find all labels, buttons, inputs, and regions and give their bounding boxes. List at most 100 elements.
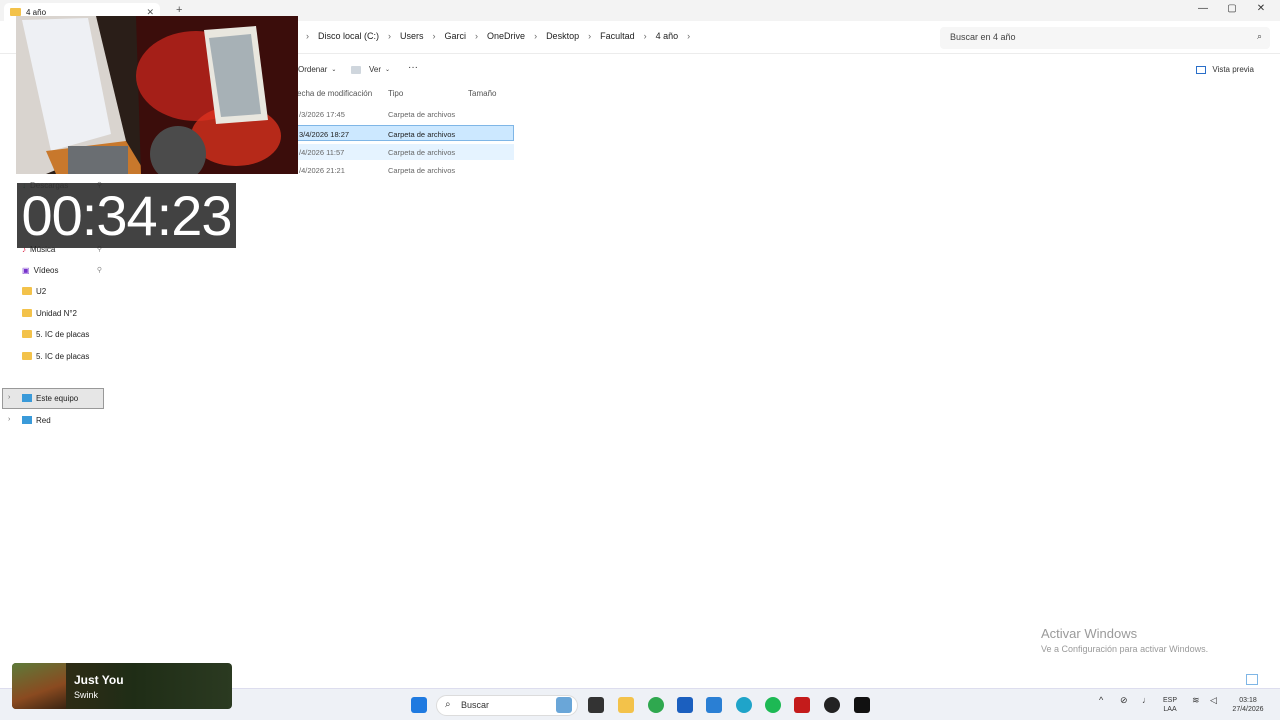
expand-chevron-icon[interactable]: › bbox=[8, 394, 10, 401]
pin-icon: ⚲ bbox=[96, 267, 102, 274]
column-size[interactable]: Tamaño bbox=[468, 89, 496, 98]
chevron-right-icon[interactable]: › bbox=[433, 31, 436, 41]
computer-icon bbox=[22, 394, 32, 402]
row-type: Carpeta de archivos bbox=[388, 166, 456, 175]
spotify-icon[interactable] bbox=[765, 697, 781, 713]
stopwatch-overlay: 00:34:23 bbox=[17, 183, 236, 248]
breadcrumb-disk[interactable]: Disco local (C:) bbox=[318, 31, 379, 41]
expand-chevron-icon[interactable]: › bbox=[8, 416, 10, 423]
search-icon: ⌕ bbox=[445, 699, 451, 710]
tray-overflow-icon[interactable]: ^ bbox=[1099, 696, 1103, 705]
row-date: /3/2026 17:45 bbox=[299, 110, 345, 119]
folder-icon bbox=[22, 352, 32, 360]
store-icon[interactable] bbox=[677, 697, 693, 713]
view-button[interactable]: Ver ⌄ bbox=[351, 65, 390, 74]
search-placeholder: Buscar en 4 año bbox=[950, 32, 1016, 42]
file-explorer-icon[interactable] bbox=[618, 697, 634, 713]
chevron-right-icon[interactable]: › bbox=[644, 31, 647, 41]
track-title: Just You bbox=[74, 673, 124, 687]
chevron-right-icon[interactable]: › bbox=[475, 31, 478, 41]
volume-icon[interactable]: ◁ bbox=[1210, 696, 1217, 705]
chevron-down-icon: ⌄ bbox=[385, 67, 391, 73]
nav-item-videos[interactable]: ▣ Vídeos ⚲ bbox=[22, 261, 102, 279]
language-indicator[interactable]: ESP LAA bbox=[1163, 696, 1177, 714]
row-date: /4/2026 21:21 bbox=[299, 166, 345, 175]
activation-title: Activar Windows bbox=[1041, 626, 1138, 641]
outlook-icon[interactable] bbox=[706, 697, 722, 713]
album-art bbox=[12, 663, 66, 709]
nav-item-ic-placas-2[interactable]: 5. IC de placas bbox=[22, 347, 102, 365]
minimize-button[interactable]: — bbox=[1193, 3, 1213, 14]
start-icon[interactable] bbox=[411, 697, 427, 713]
nav-label: Unidad N°2 bbox=[36, 308, 77, 318]
nav-item-unidad-2[interactable]: Unidad N°2 bbox=[22, 304, 102, 322]
table-row[interactable]: /4/2026 11:57 Carpeta de archivos bbox=[296, 144, 514, 160]
view-mode-toggle[interactable] bbox=[1246, 674, 1276, 685]
breadcrumb-desktop[interactable]: Desktop bbox=[546, 31, 579, 41]
breadcrumb-onedrive[interactable]: OneDrive bbox=[487, 31, 525, 41]
now-playing-overlay: Just You Swink bbox=[12, 663, 232, 709]
nav-item-network[interactable]: Red bbox=[22, 411, 102, 429]
nav-label: 5. IC de placas bbox=[36, 329, 90, 339]
clock-time: 03:18 bbox=[1239, 697, 1257, 704]
chevron-right-icon: › bbox=[306, 31, 309, 41]
acrobat-icon[interactable] bbox=[794, 697, 810, 713]
tiles-view-icon[interactable] bbox=[1264, 674, 1276, 685]
chevron-right-icon[interactable]: › bbox=[388, 31, 391, 41]
nav-label: Este equipo bbox=[36, 393, 79, 403]
edge-icon[interactable] bbox=[736, 697, 752, 713]
nav-item-this-pc[interactable]: Este equipo bbox=[22, 389, 102, 407]
breadcrumb-garci[interactable]: Garci bbox=[445, 31, 467, 41]
folder-icon bbox=[10, 8, 21, 16]
nav-label: Red bbox=[36, 415, 51, 425]
breadcrumb-users[interactable]: Users bbox=[400, 31, 424, 41]
network-status-icon[interactable]: ⊘ bbox=[1120, 696, 1128, 705]
nav-item-ic-placas[interactable]: 5. IC de placas bbox=[22, 325, 102, 343]
table-row[interactable]: /4/2026 21:21 Carpeta de archivos bbox=[296, 162, 514, 178]
clock[interactable]: 03:18 27/4/2026 bbox=[1226, 696, 1270, 714]
breadcrumb-4-ano[interactable]: 4 año bbox=[656, 31, 679, 41]
nav-label: Vídeos bbox=[33, 265, 59, 275]
breadcrumb-facultad[interactable]: Facultad bbox=[600, 31, 635, 41]
search-input[interactable]: Buscar en 4 año ⌕ bbox=[940, 27, 1270, 49]
preview-label: Vista previa bbox=[1212, 65, 1254, 74]
row-date: 3/4/2026 18:27 bbox=[299, 130, 350, 139]
row-date: /4/2026 11:57 bbox=[299, 148, 345, 157]
chevron-right-icon[interactable]: › bbox=[588, 31, 591, 41]
maximize-button[interactable]: ▢ bbox=[1222, 3, 1242, 14]
app-m-icon[interactable] bbox=[854, 697, 870, 713]
sort-button[interactable]: Ordenar ⌄ bbox=[298, 65, 336, 74]
column-type[interactable]: Tipo bbox=[388, 89, 403, 98]
chevron-right-icon[interactable]: › bbox=[687, 31, 690, 41]
row-type: Carpeta de archivos bbox=[388, 130, 456, 139]
nav-label: 5. IC de placas bbox=[36, 351, 90, 361]
video-icon: ▣ bbox=[22, 265, 30, 275]
clock-date: 27/4/2026 bbox=[1232, 706, 1264, 713]
taskbar-search-label: Buscar bbox=[461, 700, 490, 710]
table-row[interactable]: /3/2026 17:45 Carpeta de archivos bbox=[296, 106, 514, 122]
obs-icon[interactable] bbox=[824, 697, 840, 713]
webcam-overlay bbox=[16, 16, 298, 174]
task-view-icon[interactable] bbox=[588, 697, 604, 713]
new-tab-icon[interactable]: + bbox=[176, 4, 182, 16]
breadcrumb[interactable]: › Disco local (C:) › Users › Garci › One… bbox=[306, 31, 699, 41]
sort-label: Ordenar bbox=[298, 65, 328, 74]
table-row-selected[interactable]: 3/4/2026 18:27 Carpeta de archivos bbox=[296, 125, 514, 141]
preview-button[interactable]: Vista previa bbox=[1196, 65, 1254, 74]
microphone-icon[interactable]: ♩ bbox=[1142, 696, 1151, 705]
wifi-icon[interactable]: ≋ bbox=[1192, 696, 1200, 705]
chrome-icon[interactable] bbox=[648, 697, 664, 713]
nav-label: U2 bbox=[36, 286, 47, 296]
language-code: ESP bbox=[1163, 697, 1178, 704]
preview-pane-icon bbox=[1196, 65, 1207, 74]
row-type: Carpeta de archivos bbox=[388, 110, 456, 119]
widget-icon[interactable] bbox=[556, 697, 572, 713]
details-view-icon[interactable] bbox=[1246, 674, 1258, 685]
view-icon bbox=[351, 65, 361, 74]
folder-icon bbox=[22, 330, 32, 338]
column-modified[interactable]: echa de modificación bbox=[297, 89, 372, 98]
chevron-right-icon[interactable]: › bbox=[534, 31, 537, 41]
nav-item-u2[interactable]: U2 bbox=[22, 282, 102, 300]
more-options-button[interactable]: ··· bbox=[408, 62, 418, 73]
close-window-button[interactable]: ✕ bbox=[1251, 3, 1271, 14]
